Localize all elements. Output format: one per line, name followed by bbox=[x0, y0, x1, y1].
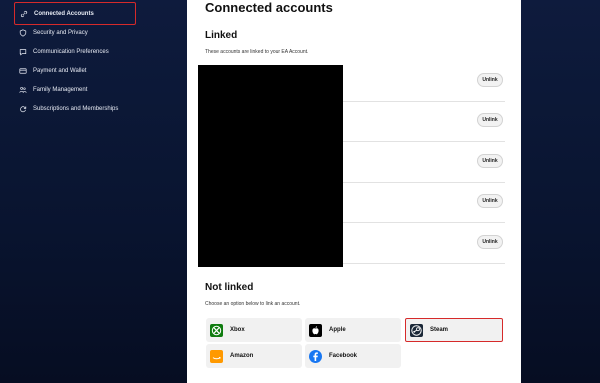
link-amazon-button[interactable]: Amazon bbox=[206, 344, 302, 368]
not-linked-section-title: Not linked bbox=[205, 282, 254, 293]
unlink-button[interactable]: Unlink bbox=[477, 154, 503, 168]
main-panel: Connected accounts Linked These accounts… bbox=[187, 0, 521, 383]
link-steam-button[interactable]: Steam bbox=[406, 318, 502, 342]
chat-bubble-icon bbox=[18, 47, 27, 56]
sidebar-item-family-management[interactable]: Family Management bbox=[14, 80, 136, 99]
sidebar-item-label: Communication Preferences bbox=[33, 48, 109, 55]
unlink-button[interactable]: Unlink bbox=[477, 73, 503, 87]
card-icon bbox=[18, 66, 27, 75]
link-facebook-button[interactable]: Facebook bbox=[305, 344, 401, 368]
link-icon bbox=[19, 9, 28, 18]
option-label: Steam bbox=[430, 327, 449, 333]
option-label: Amazon bbox=[230, 353, 254, 359]
amazon-icon bbox=[210, 349, 223, 363]
steam-icon bbox=[410, 323, 423, 337]
option-label: Xbox bbox=[230, 327, 245, 333]
apple-icon bbox=[309, 323, 322, 337]
option-label: Facebook bbox=[329, 353, 358, 359]
sidebar-item-label: Family Management bbox=[33, 86, 88, 93]
xbox-icon bbox=[210, 323, 223, 337]
sidebar-item-security-and-privacy[interactable]: Security and Privacy bbox=[14, 23, 136, 42]
link-apple-button[interactable]: Apple bbox=[305, 318, 401, 342]
page-title: Connected accounts bbox=[205, 0, 333, 15]
linked-section-description: These accounts are linked to your EA Acc… bbox=[205, 49, 309, 55]
option-label: Apple bbox=[329, 327, 346, 333]
facebook-icon bbox=[309, 349, 322, 363]
linked-section-title: Linked bbox=[205, 30, 238, 41]
sidebar-item-connected-accounts[interactable]: Connected Accounts bbox=[14, 2, 136, 25]
refresh-icon bbox=[18, 104, 27, 113]
sidebar: Connected Accounts Security and Privacy … bbox=[0, 0, 187, 383]
redacted-area bbox=[198, 65, 343, 267]
sidebar-item-payment-and-wallet[interactable]: Payment and Wallet bbox=[14, 61, 136, 80]
sidebar-item-subscriptions-and-memberships[interactable]: Subscriptions and Memberships bbox=[14, 99, 136, 118]
not-linked-section-description: Choose an option below to link an accoun… bbox=[205, 301, 301, 307]
family-icon bbox=[18, 85, 27, 94]
unlink-button[interactable]: Unlink bbox=[477, 235, 503, 249]
unlink-button[interactable]: Unlink bbox=[477, 113, 503, 127]
sidebar-item-label: Payment and Wallet bbox=[33, 67, 87, 74]
link-xbox-button[interactable]: Xbox bbox=[206, 318, 302, 342]
sidebar-item-label: Security and Privacy bbox=[33, 29, 88, 36]
shield-lock-icon bbox=[18, 28, 27, 37]
sidebar-item-label: Subscriptions and Memberships bbox=[33, 105, 119, 112]
sidebar-item-label: Connected Accounts bbox=[34, 10, 94, 17]
sidebar-item-communication-preferences[interactable]: Communication Preferences bbox=[14, 42, 136, 61]
unlink-button[interactable]: Unlink bbox=[477, 194, 503, 208]
